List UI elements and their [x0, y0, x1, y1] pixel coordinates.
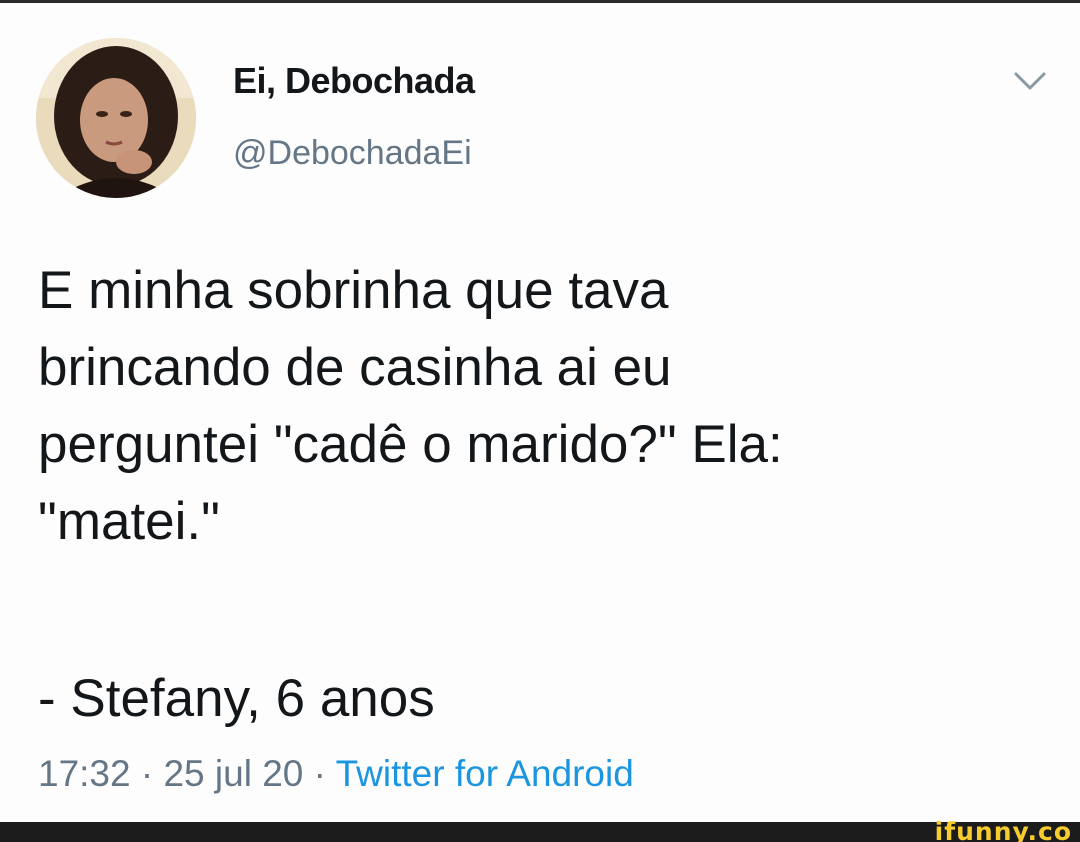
- tweet-text-line: brincando de casinha ai eu: [38, 338, 672, 397]
- meta-separator: ·: [313, 753, 326, 794]
- user-handle[interactable]: @DebochadaEi: [233, 134, 472, 173]
- bottom-bar: [0, 822, 1080, 842]
- top-border: [0, 0, 1080, 3]
- chevron-down-icon[interactable]: [1010, 66, 1050, 96]
- tweet-screenshot: Ei, Debochada @DebochadaEi E minha sobri…: [0, 0, 1080, 842]
- tweet-signature: - Stefany, 6 anos: [38, 669, 435, 728]
- tweet-text-line: E minha sobrinha que tava: [38, 261, 669, 320]
- avatar[interactable]: [36, 38, 196, 198]
- tweet-source-link[interactable]: Twitter for Android: [336, 753, 634, 794]
- display-name[interactable]: Ei, Debochada: [233, 60, 475, 102]
- tweet-text: E minha sobrinha que tava brincando de c…: [38, 252, 1048, 560]
- watermark-logo: ifunny.co: [934, 817, 1072, 842]
- meta-separator: ·: [140, 753, 154, 794]
- tweet-time[interactable]: 17:32: [38, 753, 131, 794]
- tweet-date[interactable]: 25 jul 20: [163, 753, 303, 794]
- tweet-text-line: "matei.": [38, 492, 220, 551]
- tweet-text-line: perguntei "cadê o marido?" Ela:: [38, 415, 783, 474]
- tweet-meta: 17:32 · 25 jul 20 · Twitter for Android: [38, 753, 634, 795]
